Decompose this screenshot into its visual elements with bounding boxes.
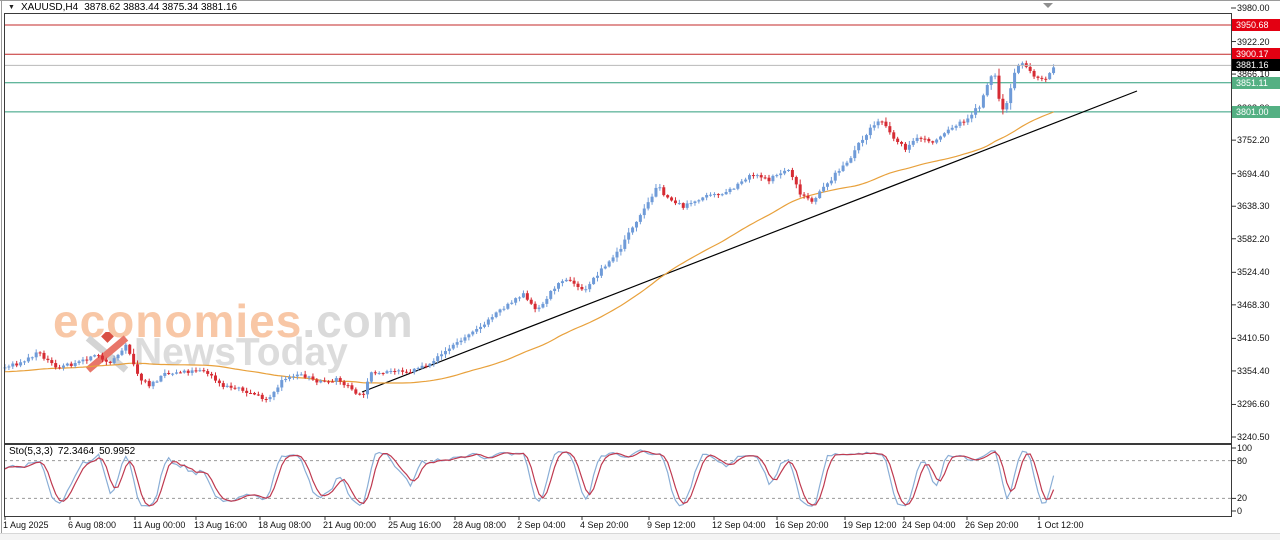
stochastic-scale-0: 0 [1237, 506, 1242, 516]
price-axis-tick-3922.20: 3922.20 [1237, 37, 1270, 47]
ascending-trendline[interactable] [362, 91, 1137, 392]
stochastic-scale-20: 20 [1237, 493, 1247, 503]
stochastic-d-line [5, 451, 1054, 506]
price-badge-3950.68: 3950.68 [1232, 19, 1280, 31]
scroll-to-end-icon[interactable] [1043, 3, 1053, 8]
time-axis-label[interactable]: 2 Sep 04:00 [517, 520, 566, 530]
time-axis-label[interactable]: 19 Sep 12:00 [843, 520, 897, 530]
chevron-down-icon[interactable]: ▼ [8, 4, 15, 11]
stochastic-name: Sto(5,3,3) [9, 446, 53, 457]
horizontal-level-lines[interactable] [4, 25, 1231, 112]
time-axis-label[interactable]: 24 Sep 04:00 [902, 520, 956, 530]
stochastic-k-value: 72.3464 [58, 446, 94, 457]
price-axis-tick-3410.50: 3410.50 [1237, 333, 1270, 343]
time-axis-label[interactable]: 1 Oct 12:00 [1037, 520, 1084, 530]
time-axis-label[interactable]: 18 Aug 08:00 [258, 520, 311, 530]
price-axis-tick-3524.40: 3524.40 [1237, 267, 1270, 277]
time-axis-label[interactable]: 4 Sep 20:00 [580, 520, 629, 530]
time-axis-label[interactable]: 1 Aug 2025 [3, 520, 49, 530]
chart-title-bar[interactable]: ▼ XAUUSD,H4 3878.62 3883.44 3875.34 3881… [8, 1, 237, 13]
time-axis-label[interactable]: 26 Sep 20:00 [965, 520, 1019, 530]
price-badge-3851.11: 3851.11 [1232, 77, 1280, 89]
price-badge-3881.16: 3881.16 [1232, 59, 1280, 71]
price-badge-3801.00: 3801.00 [1232, 106, 1280, 118]
time-axis-label[interactable]: 28 Aug 08:00 [453, 520, 506, 530]
time-axis-label[interactable]: 25 Aug 16:00 [388, 520, 441, 530]
price-axis-tick-3468.30: 3468.30 [1237, 300, 1270, 310]
stochastic-indicator-label: Sto(5,3,3) 72.3464 50.9952 [9, 446, 140, 457]
mt4-chart-window: ▼ XAUUSD,H4 3878.62 3883.44 3875.34 3881… [0, 0, 1280, 540]
price-axis-tick-3296.60: 3296.60 [1237, 399, 1270, 409]
time-axis-label[interactable]: 9 Sep 12:00 [647, 520, 696, 530]
price-axis-tick-3582.20: 3582.20 [1237, 234, 1270, 244]
time-axis-label[interactable]: 16 Sep 20:00 [775, 520, 829, 530]
price-axis-tick-3980.00: 3980.00 [1237, 3, 1270, 13]
price-axis-tick-3240.50: 3240.50 [1237, 432, 1270, 442]
price-axis-tick-3694.40: 3694.40 [1237, 169, 1270, 179]
chart-canvas[interactable] [0, 0, 1280, 540]
stochastic-k-line [5, 450, 1054, 506]
stochastic-scale-80: 80 [1237, 456, 1247, 466]
symbol-period-label: XAUUSD,H4 [21, 2, 78, 13]
price-panel-border [5, 14, 1232, 444]
moving-average-line[interactable] [5, 112, 1054, 383]
stochastic-scale-100: 100 [1237, 443, 1252, 453]
candle-bodies [4, 63, 1056, 400]
time-axis-label[interactable]: 13 Aug 16:00 [194, 520, 247, 530]
ohlc-values-label: 3878.62 3883.44 3875.34 3881.16 [84, 2, 237, 13]
price-axis-tick-3752.20: 3752.20 [1237, 135, 1270, 145]
time-axis-label[interactable]: 6 Aug 08:00 [68, 520, 116, 530]
time-axis-label[interactable]: 21 Aug 00:00 [323, 520, 376, 530]
stochastic-d-value: 50.9952 [99, 446, 135, 457]
price-axis-tick-3638.30: 3638.30 [1237, 201, 1270, 211]
time-axis-label[interactable]: 11 Aug 00:00 [133, 520, 185, 530]
time-axis-label[interactable]: 12 Sep 04:00 [712, 520, 766, 530]
price-axis-tick-3354.40: 3354.40 [1237, 366, 1270, 376]
